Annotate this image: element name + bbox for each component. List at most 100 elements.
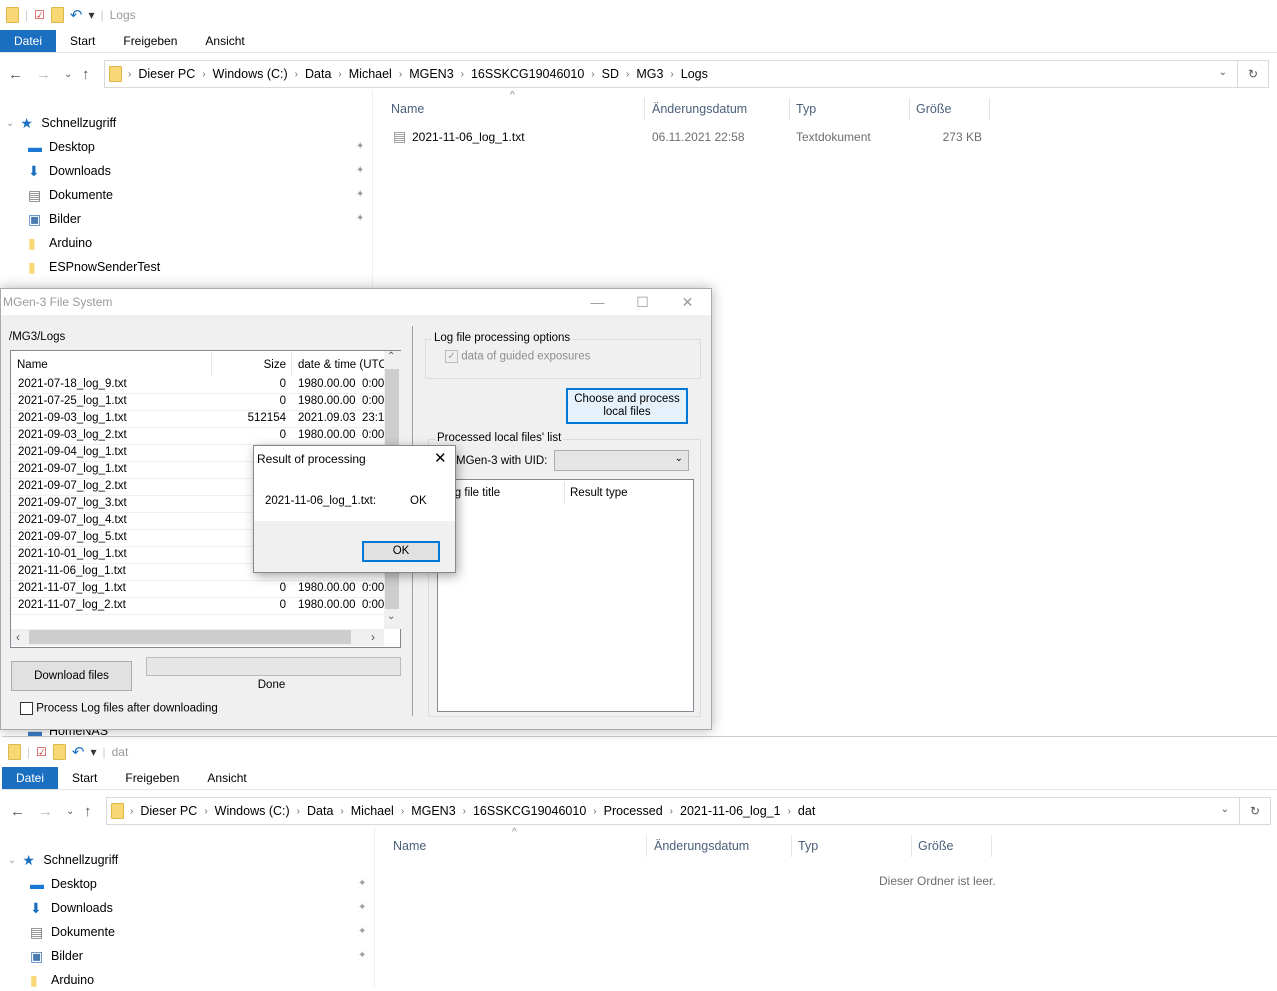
up-icon[interactable]: ↑ bbox=[84, 803, 92, 820]
sidebar-item-desktop[interactable]: ▬ Desktop bbox=[30, 873, 97, 895]
scroll-down-icon[interactable]: ⌄ bbox=[387, 611, 395, 622]
tab-ansicht[interactable]: Ansicht bbox=[191, 30, 258, 52]
properties-icon[interactable]: ☑ bbox=[36, 745, 47, 759]
address-bar[interactable]: › Dieser PC › Windows (C:) › Data › Michael › MGE… bbox=[104, 60, 1238, 88]
sidebar-item-arduino[interactable]: ▮ Arduino bbox=[30, 969, 94, 991]
customize-dropdown-icon[interactable]: ▾ bbox=[88, 8, 94, 22]
col-result-type[interactable]: Result type bbox=[570, 487, 628, 499]
file-row[interactable]: 2021-07-25_log_1.txt 0 1980.00.00 0:00 bbox=[11, 394, 384, 411]
tab-datei[interactable]: Datei bbox=[2, 767, 59, 789]
col-name[interactable]: Name bbox=[385, 98, 645, 120]
breadcrumb-dieser-pc[interactable]: Dieser PC bbox=[131, 67, 202, 81]
scroll-left-icon[interactable]: ‹ bbox=[16, 630, 20, 644]
breadcrumb-mg3[interactable]: MG3 bbox=[629, 67, 670, 81]
forward-icon[interactable]: → bbox=[38, 803, 53, 820]
up-icon[interactable]: ↑ bbox=[82, 66, 90, 83]
horizontal-scrollbar[interactable]: ‹ › bbox=[11, 629, 384, 646]
breadcrumb-data[interactable]: Data bbox=[300, 804, 340, 818]
sidebar-item-bilder[interactable]: ▣ Bilder bbox=[28, 208, 81, 230]
pin-icon[interactable]: ✦ bbox=[356, 189, 364, 200]
back-icon[interactable]: ← bbox=[10, 803, 25, 820]
close-icon[interactable]: ✕ bbox=[434, 449, 447, 467]
pin-icon[interactable]: ✦ bbox=[358, 878, 366, 889]
maximize-button[interactable]: ☐ bbox=[620, 289, 665, 315]
col-size[interactable]: Größe bbox=[910, 98, 990, 120]
forward-icon[interactable]: → bbox=[36, 66, 51, 83]
breadcrumb-michael[interactable]: Michael bbox=[344, 804, 401, 818]
col-size[interactable]: Größe bbox=[912, 835, 992, 857]
breadcrumb-logs[interactable]: Logs bbox=[674, 67, 715, 81]
tab-datei[interactable]: Datei bbox=[0, 30, 57, 52]
pin-icon[interactable]: ✦ bbox=[358, 902, 366, 913]
breadcrumb-dieser-pc[interactable]: Dieser PC bbox=[133, 804, 204, 818]
tab-start[interactable]: Start bbox=[58, 767, 111, 789]
col-type[interactable]: Typ bbox=[792, 835, 912, 857]
processed-files-list[interactable]: Log file title Result type bbox=[437, 479, 694, 712]
col-date[interactable]: Änderungsdatum bbox=[648, 835, 792, 857]
col-name[interactable]: Name bbox=[17, 359, 48, 371]
scroll-up-icon[interactable]: ⌃ bbox=[387, 351, 395, 362]
undo-icon[interactable]: ↶ bbox=[70, 6, 83, 24]
file-row[interactable]: 2021-11-07_log_1.txt 0 1980.00.00 0:00 bbox=[11, 581, 384, 598]
file-row[interactable]: 2021-09-03_log_2.txt 0 1980.00.00 0:00 bbox=[11, 428, 384, 445]
back-icon[interactable]: ← bbox=[8, 66, 23, 83]
tab-freigeben[interactable]: Freigeben bbox=[109, 30, 191, 52]
properties-icon[interactable]: ☑ bbox=[34, 8, 45, 22]
recent-dropdown-icon[interactable]: ⌄ bbox=[64, 69, 72, 80]
breadcrumb-dat[interactable]: dat bbox=[791, 804, 822, 818]
breadcrumb-16sskcg19046010[interactable]: 16SSKCG19046010 bbox=[464, 67, 591, 81]
breadcrumb-processed[interactable]: Processed bbox=[597, 804, 670, 818]
uid-combobox[interactable]: ⌄ bbox=[554, 450, 689, 471]
breadcrumb-sd[interactable]: SD bbox=[595, 67, 626, 81]
tab-start[interactable]: Start bbox=[56, 30, 109, 52]
guided-exposures-checkbox[interactable]: ✓ data of guided exposures bbox=[445, 350, 590, 363]
sidebar-item-schnellzugriff[interactable]: ⌄ ★ Schnellzugriff bbox=[8, 849, 118, 871]
pin-icon[interactable]: ✦ bbox=[358, 926, 366, 937]
breadcrumb-michael[interactable]: Michael bbox=[342, 67, 399, 81]
chevron-down-icon[interactable]: ⌄ bbox=[8, 855, 16, 866]
sidebar-item-dokumente[interactable]: ▤ Dokumente bbox=[30, 921, 115, 943]
choose-and-process-button[interactable]: Choose and process local files bbox=[566, 388, 688, 424]
sidebar-item-espnowsendertest[interactable]: ▮ ESPnowSenderTest bbox=[28, 256, 160, 278]
breadcrumb-data[interactable]: Data bbox=[298, 67, 338, 81]
pin-icon[interactable]: ✦ bbox=[356, 213, 364, 224]
refresh-button[interactable]: ↻ bbox=[1237, 60, 1269, 88]
col-type[interactable]: Typ bbox=[790, 98, 910, 120]
address-dropdown-icon[interactable]: ⌄ bbox=[1221, 804, 1229, 815]
sidebar-item-downloads[interactable]: ⬇ Downloads bbox=[28, 160, 111, 182]
scroll-thumb[interactable] bbox=[29, 630, 351, 644]
address-dropdown-icon[interactable]: ⌄ bbox=[1219, 67, 1227, 78]
navigation-pane-divider[interactable] bbox=[374, 827, 375, 987]
breadcrumb-16sskcg19046010[interactable]: 16SSKCG19046010 bbox=[466, 804, 593, 818]
tab-ansicht[interactable]: Ansicht bbox=[193, 767, 260, 789]
new-folder-icon[interactable] bbox=[50, 7, 64, 23]
sidebar-item-desktop[interactable]: ▬ Desktop bbox=[28, 136, 95, 158]
file-row[interactable]: 2021-11-07_log_2.txt 0 1980.00.00 0:00 bbox=[11, 598, 384, 615]
process-after-download-checkbox[interactable]: Process Log files after downloading bbox=[20, 702, 218, 715]
sidebar-item-arduino[interactable]: ▮ Arduino bbox=[28, 232, 92, 254]
tab-freigeben[interactable]: Freigeben bbox=[111, 767, 193, 789]
col-date[interactable]: date & time (UTC) bbox=[298, 359, 391, 371]
file-row[interactable]: 2021-07-18_log_9.txt 0 1980.00.00 0:00 bbox=[11, 377, 384, 394]
breadcrumb-mgen3[interactable]: MGEN3 bbox=[402, 67, 460, 81]
pin-icon[interactable]: ✦ bbox=[358, 950, 366, 961]
breadcrumb-mgen3[interactable]: MGEN3 bbox=[404, 804, 462, 818]
chevron-down-icon[interactable]: ⌄ bbox=[6, 118, 14, 129]
address-bar[interactable]: › Dieser PC › Windows (C:) › Data › Michael › MGE… bbox=[106, 797, 1240, 825]
undo-icon[interactable]: ↶ bbox=[72, 743, 85, 761]
pin-icon[interactable]: ✦ bbox=[356, 165, 364, 176]
close-button[interactable]: ✕ bbox=[665, 289, 710, 315]
sidebar-item-downloads[interactable]: ⬇ Downloads bbox=[30, 897, 113, 919]
minimize-button[interactable]: — bbox=[575, 289, 620, 315]
download-files-button[interactable]: Download files bbox=[11, 661, 132, 691]
ok-button[interactable]: OK bbox=[362, 541, 440, 562]
breadcrumb-2021-11-06-log-1[interactable]: 2021-11-06_log_1 bbox=[673, 804, 788, 818]
file-row[interactable]: 2021-09-03_log_1.txt 512154 2021.09.03 23:… bbox=[11, 411, 384, 428]
sidebar-item-schnellzugriff[interactable]: ⌄ ★ Schnellzugriff bbox=[6, 112, 116, 134]
col-date[interactable]: Änderungsdatum bbox=[646, 98, 790, 120]
scroll-right-icon[interactable]: › bbox=[371, 630, 375, 644]
recent-dropdown-icon[interactable]: ⌄ bbox=[66, 806, 74, 817]
refresh-button[interactable]: ↻ bbox=[1239, 797, 1271, 825]
col-size[interactable]: Size bbox=[211, 359, 286, 371]
col-name[interactable]: Name bbox=[387, 835, 647, 857]
